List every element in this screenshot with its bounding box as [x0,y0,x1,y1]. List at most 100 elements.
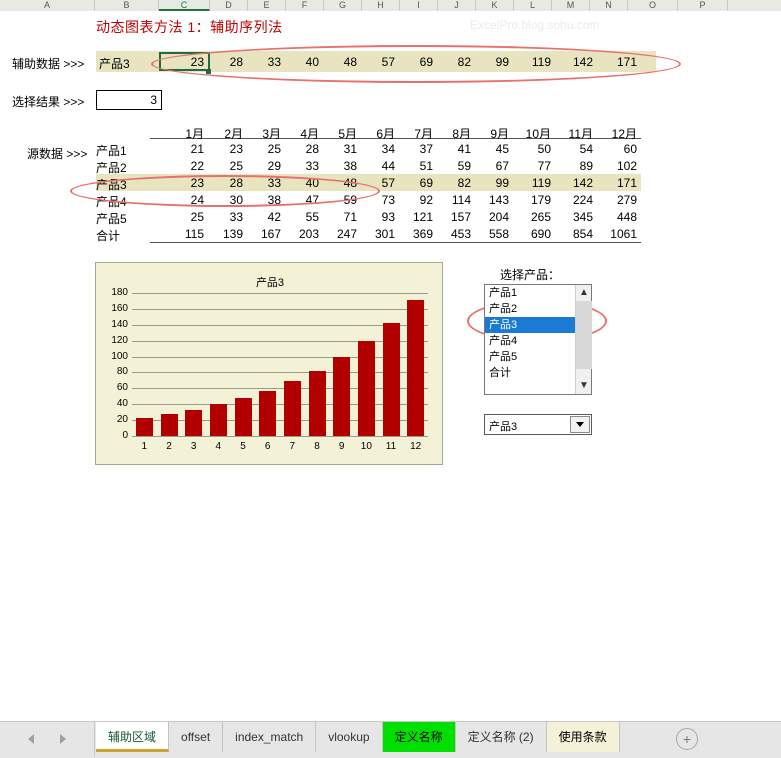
chart-bar[interactable] [259,390,277,436]
sheet-tab-定义名称 (2)[interactable]: 定义名称 (2) [456,722,547,752]
source-cell[interactable]: 99 [465,176,509,190]
chart-bar[interactable] [160,413,178,436]
source-cell[interactable]: 448 [593,210,637,224]
source-cell[interactable]: 171 [593,176,637,190]
column-header-e[interactable]: E [248,0,286,11]
column-header-k[interactable]: K [476,0,514,11]
result-label: 选择结果 >>> [12,95,85,109]
chart-gridline [132,436,428,437]
chart-bar[interactable] [333,357,351,436]
source-cell[interactable]: 119 [507,176,551,190]
chart-bar[interactable] [357,341,375,436]
month-header: 1月 [185,127,204,141]
listbox-item[interactable]: 产品1 [485,285,575,301]
chart-bar[interactable] [209,404,227,436]
source-cell[interactable]: 854 [549,227,593,241]
source-cell[interactable]: 279 [593,193,637,207]
sheet-nav-arrows[interactable] [0,722,95,756]
sheet-tab-使用条款[interactable]: 使用条款 [546,722,620,752]
listbox-item[interactable]: 合计 [485,365,575,381]
column-header-i[interactable]: I [400,0,438,11]
chart-bar[interactable] [234,397,252,436]
chart-bar[interactable] [283,381,301,436]
column-header-a[interactable]: A [0,0,95,11]
source-cell[interactable]: 265 [507,210,551,224]
column-header-b[interactable]: B [95,0,159,11]
sheet-tab-index_match[interactable]: index_match [223,722,317,752]
column-header-h[interactable]: H [362,0,400,11]
listbox-item[interactable]: 产品4 [485,333,575,349]
chart-y-tick-label: 140 [111,318,128,330]
source-cell[interactable]: 54 [549,142,593,156]
listbox-item[interactable]: 产品3 [485,317,575,333]
column-header-p[interactable]: P [678,0,728,11]
source-cell[interactable]: 115 [160,227,204,241]
source-cell[interactable]: 25 [160,210,204,224]
sheet-tab-定义名称[interactable]: 定义名称 [382,722,456,752]
source-cell[interactable]: 204 [465,210,509,224]
next-sheet-icon[interactable] [60,734,66,744]
source-cell[interactable]: 102 [593,159,637,173]
listbox-item[interactable]: 产品2 [485,301,575,317]
source-cell[interactable]: 67 [465,159,509,173]
chevron-down-icon[interactable] [570,416,590,433]
column-header-f[interactable]: F [286,0,324,11]
source-cell[interactable]: 21 [160,142,204,156]
bar-chart[interactable]: 产品3 0 20 40 60 80 100 120 140 160 180 1 2 3 4 5 6 7 8 9 10 1… [95,262,443,465]
source-row-label[interactable]: 产品2 [96,159,127,176]
chart-x-tick-label: 12 [410,441,422,452]
sheet-tab-offset[interactable]: offset [169,722,224,752]
source-row-label[interactable]: 产品1 [96,142,127,159]
source-cell[interactable]: 89 [549,159,593,173]
column-header-l[interactable]: L [514,0,552,11]
column-header-j[interactable]: J [438,0,476,11]
chart-bar[interactable] [135,417,153,436]
column-header-g[interactable]: G [324,0,362,11]
scrollbar-thumb[interactable] [576,301,592,369]
source-cell[interactable]: 142 [549,176,593,190]
listbox-item[interactable]: 产品5 [485,349,575,365]
product-listbox[interactable]: 产品1 产品2 产品3 产品4 产品5 合计 ▲ ▼ [484,284,592,395]
source-cell[interactable]: 1061 [593,227,637,241]
chart-bar[interactable] [407,300,425,436]
sheet-tabs: 辅助区域 offset index_match vlookup 定义名称 定义名称 (2)… [96,722,620,756]
chart-x-tick-label: 10 [360,441,372,452]
source-cell[interactable]: 179 [507,193,551,207]
chart-bar[interactable] [308,370,326,436]
column-header-d[interactable]: D [210,0,248,11]
chart-x-tick-label: 5 [240,441,246,452]
helper-product-name[interactable]: 产品3 [99,55,130,72]
source-cell[interactable]: 558 [465,227,509,241]
scroll-down-icon[interactable]: ▼ [576,378,592,394]
listbox-scrollbar[interactable]: ▲ ▼ [575,285,592,394]
column-header-m[interactable]: M [552,0,590,11]
source-cell[interactable]: 60 [593,142,637,156]
month-header: 9月 [490,127,509,141]
excel-worksheet: ABCDEFGHIJKLMNOP 动态图表方法 1：辅助序列法 ExcelPro… [0,0,781,758]
chart-y-tick-label: 180 [111,287,128,298]
chart-bar[interactable] [185,409,203,436]
column-header-n[interactable]: N [590,0,628,11]
sheet-tab-vlookup[interactable]: vlookup [316,722,383,752]
source-row-label[interactable]: 产品5 [96,210,127,227]
source-cell[interactable]: 690 [507,227,551,241]
source-row-label[interactable]: 合计 [96,227,120,244]
source-cell[interactable]: 143 [465,193,509,207]
scroll-up-icon[interactable]: ▲ [576,285,592,301]
column-header-c[interactable]: C [159,0,210,11]
sheet-tab-辅助区域[interactable]: 辅助区域 [96,722,170,752]
add-sheet-button[interactable]: + [676,728,698,750]
source-cell[interactable]: 45 [465,142,509,156]
source-cell[interactable]: 224 [549,193,593,207]
column-header-o[interactable]: O [628,0,678,11]
source-cell[interactable]: 50 [507,142,551,156]
source-cell[interactable]: 22 [160,159,204,173]
source-cell[interactable]: 345 [549,210,593,224]
chart-x-tick-label: 3 [190,441,197,452]
sheet-tab-bar: 辅助区域 offset index_match vlookup 定义名称 定义名称 (2)… [0,721,781,758]
chart-bar[interactable] [382,323,400,436]
listbox-label: 选择产品： [500,268,561,282]
source-cell[interactable]: 77 [507,159,551,173]
prev-sheet-icon[interactable] [28,734,34,744]
chart-y-tick-label: 160 [111,302,128,314]
